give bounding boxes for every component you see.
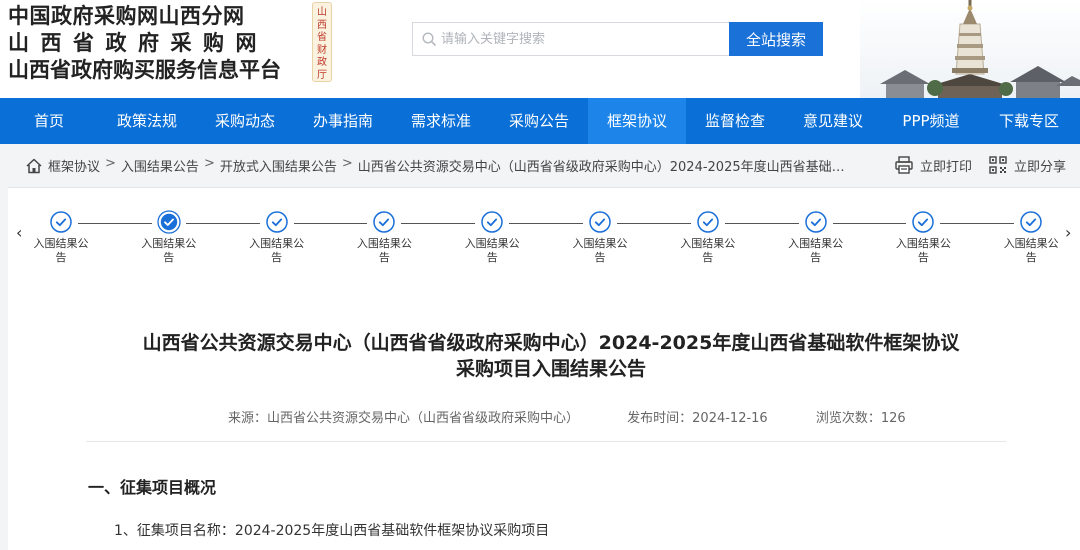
department-seal: 山西省财政厅 [312,2,332,82]
nav-item-announcements[interactable]: 采购公告 [490,98,588,144]
breadcrumb-separator: > [203,156,215,171]
article-title: 山西省公共资源交易中心（山西省省级政府采购中心）2024-2025年度山西省基础… [78,330,1024,382]
site-title-line-3[interactable]: 山西省政府购买服务信息平台 [8,57,281,84]
check-circle-icon [265,211,288,233]
nav-item-policy[interactable]: 政策法规 [98,98,196,144]
step-label: 入围结果公告 [464,237,520,264]
step-item[interactable]: 入围结果公告 [996,210,1066,265]
nav-item-guide[interactable]: 办事指南 [294,98,392,144]
step-item[interactable]: 入围结果公告 [349,210,419,265]
check-circle-icon [1020,211,1042,233]
step-item[interactable]: 入围结果公告 [26,210,96,265]
nav-item-ppp[interactable]: PPP频道 [882,98,980,144]
nav-item-downloads[interactable]: 下载专区 [980,98,1078,144]
announcement-stepper: ‹ › 入围结果公告 入围结果公告 入围结果公告 入围结果公告 入围结果公告 入围结果公告… [8,188,1080,284]
breadcrumb-item-open-results[interactable]: 开放式入围结果公告 [220,156,337,175]
step-item[interactable]: 入围结果公告 [242,210,312,265]
pagoda-landmark-image [860,0,1080,98]
breadcrumb-current: 山西省公共资源交易中心（山西省省级政府采购中心）2024-2025年度山西省基础… [357,160,850,175]
article-title-line-2: 采购项目入围结果公告 [455,358,646,380]
home-icon[interactable] [25,157,43,175]
step-label: 入围结果公告 [680,237,736,264]
step-label: 入围结果公告 [788,237,844,264]
step-item[interactable]: 入围结果公告 [888,210,958,265]
article-meta: 来源：山西省公共资源交易中心（山西省省级政府采购中心） 发布时间：2024-12… [228,407,950,426]
check-circle-icon [373,211,396,233]
site-titles: 中国政府采购网山西分网 山西省政府采购网 山西省政府购买服务信息平台 [8,3,281,84]
breadcrumb-separator: > [105,156,116,171]
print-button[interactable]: 立即打印 [894,155,972,175]
check-circle-icon [589,211,611,233]
breadcrumb-bar: 框架协议 > 入围结果公告 > 开放式入围结果公告 > 山西省公共资源交易中心（… [8,144,1080,188]
article-publish-time: 发布时间：2024-12-16 [627,411,768,426]
site-title-line-1[interactable]: 中国政府采购网山西分网 [8,3,281,30]
article-title-line-1: 山西省公共资源交易中心（山西省省级政府采购中心）2024-2025年度山西省基础… [142,332,960,354]
nav-item-home[interactable]: 首页 [0,98,98,144]
step-label: 入围结果公告 [572,237,628,264]
step-label: 入围结果公告 [249,237,305,264]
divider [86,441,1006,442]
check-circle-icon [697,211,719,233]
share-button[interactable]: 立即分享 [988,155,1066,175]
check-circle-icon [50,211,72,233]
main-nav: 首页 政策法规 采购动态 办事指南 需求标准 采购公告 框架协议 监督检查 意见… [0,98,1080,144]
nav-item-requirement-standards[interactable]: 需求标准 [392,98,490,144]
nav-item-procurement-news[interactable]: 采购动态 [196,98,294,144]
qr-code-icon [989,156,1007,174]
step-item[interactable]: 入围结果公告 [457,210,527,265]
nav-item-supervision[interactable]: 监督检查 [686,98,784,144]
step-item[interactable]: 入围结果公告 [781,210,851,265]
site-header: 中国政府采购网山西分网 山西省政府采购网 山西省政府购买服务信息平台 山西省财政… [0,0,1080,98]
check-circle-icon [481,211,503,233]
article-source: 来源：山西省公共资源交易中心（山西省省级政府采购中心） [228,411,580,426]
step-item[interactable]: 入围结果公告 [134,210,204,265]
search-icon [422,32,436,46]
step-label: 入围结果公告 [356,237,412,264]
check-circle-icon [804,211,827,233]
article: 山西省公共资源交易中心（山西省省级政府采购中心）2024-2025年度山西省基础… [8,284,1080,550]
nav-item-framework-agreement[interactable]: 框架协议 [588,98,686,144]
search-input[interactable] [441,24,730,54]
search-box [412,22,730,56]
site-title-line-2[interactable]: 山西省政府采购网 [8,30,281,57]
breadcrumb-item-results[interactable]: 入围结果公告 [121,156,199,175]
project-name-line: 1、征集项目名称：2024-2025年度山西省基础软件框架协议采购项目 [114,523,550,539]
site-search-button[interactable]: 全站搜索 [729,22,823,56]
breadcrumb-separator: > [341,156,353,171]
check-circle-icon [912,211,935,233]
step-item[interactable]: 入围结果公告 [673,210,743,265]
breadcrumb: 框架协议 > 入围结果公告 > 开放式入围结果公告 > 山西省公共资源交易中心（… [48,156,850,175]
check-circle-icon [157,210,181,234]
printer-icon [895,156,913,174]
step-item[interactable]: 入围结果公告 [565,210,635,265]
share-label: 立即分享 [1014,159,1067,175]
print-label: 立即打印 [920,159,973,175]
chevron-left-icon[interactable]: ‹ [16,224,22,242]
step-label: 入围结果公告 [895,237,951,264]
article-views: 浏览次数：126 [815,411,906,426]
section-heading: 一、征集项目概况 [88,478,217,497]
step-label: 入围结果公告 [33,237,89,264]
step-label: 入围结果公告 [1003,237,1059,264]
step-label: 入围结果公告 [141,237,197,264]
nav-item-feedback[interactable]: 意见建议 [784,98,882,144]
breadcrumb-item-framework[interactable]: 框架协议 [48,156,100,175]
